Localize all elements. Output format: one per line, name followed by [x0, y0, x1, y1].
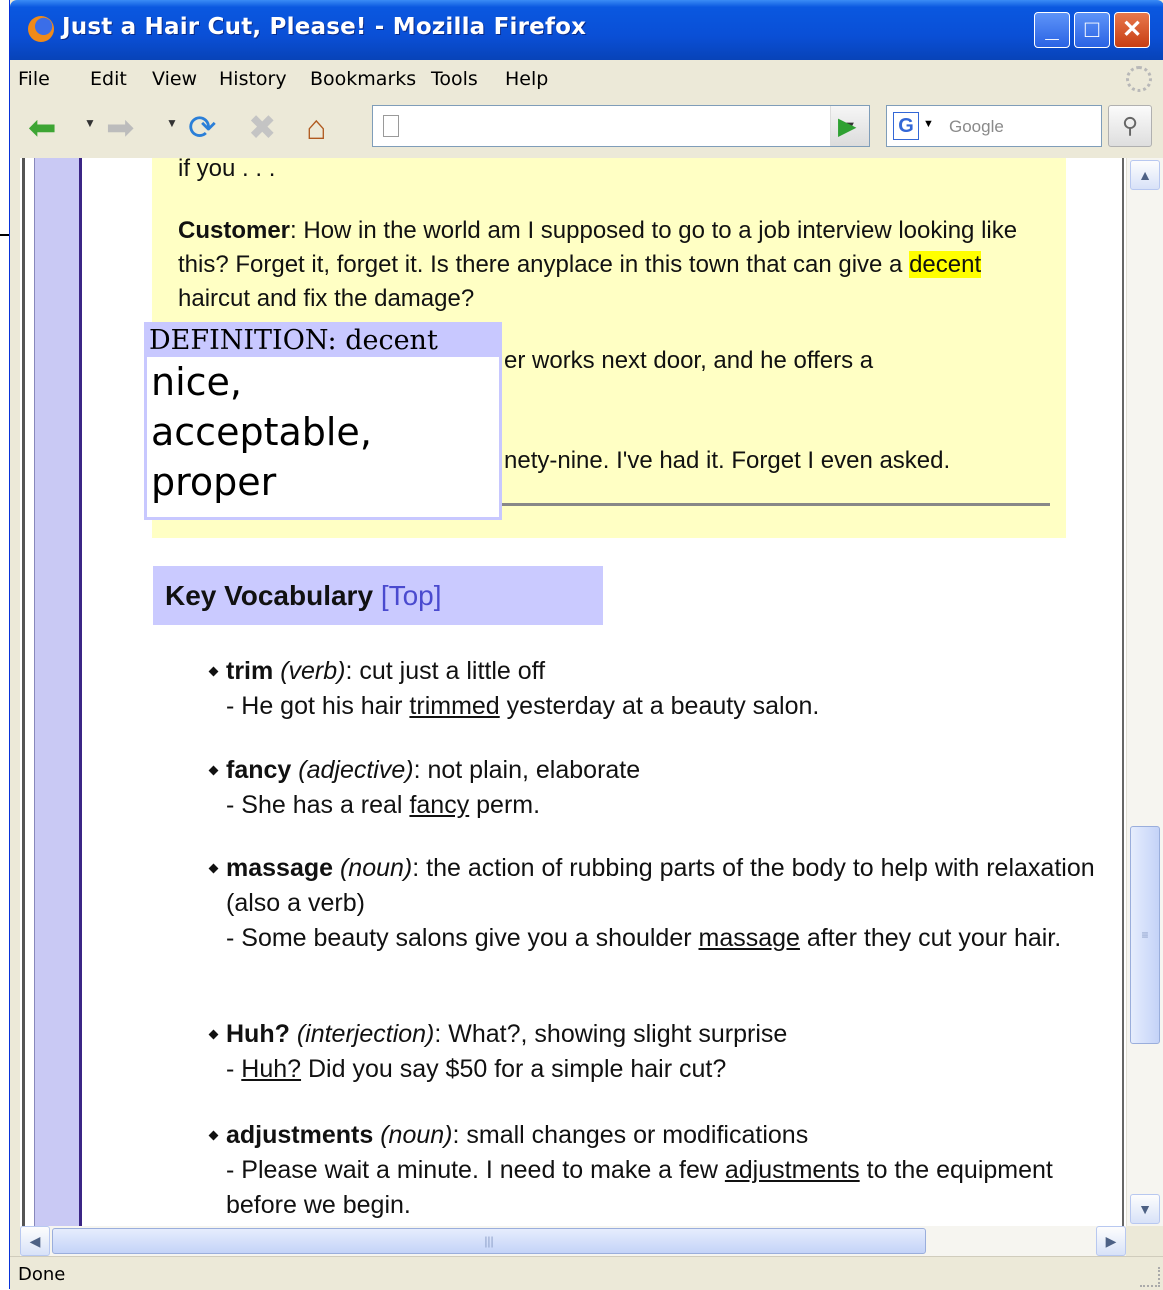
back-dropdown-icon[interactable]: ▼ — [84, 116, 96, 130]
home-icon[interactable]: ⌂ — [306, 108, 327, 148]
status-bar: Done — [10, 1256, 1163, 1290]
vertical-scroll-thumb[interactable]: ≡ — [1130, 826, 1160, 1044]
menu-history[interactable]: History — [219, 68, 287, 90]
throbber-icon — [1126, 66, 1152, 92]
customer-paragraph: Customer: How in the world am I supposed… — [178, 217, 1018, 312]
window-title: Just a Hair Cut, Please! - Mozilla Firef… — [62, 14, 587, 40]
search-icon[interactable]: ⚲ — [1108, 105, 1152, 147]
dialog-partial-line: er works next door, and he offers a — [504, 347, 874, 374]
left-border — [22, 158, 25, 1226]
section-header: Key Vocabulary [Top] — [153, 566, 603, 625]
speaker-label: Customer — [178, 217, 291, 244]
resize-grip-icon[interactable] — [1140, 1267, 1160, 1287]
vertical-scrollbar[interactable]: ▲ ≡ ▼ — [1126, 158, 1163, 1226]
menu-bookmarks[interactable]: Bookmarks — [310, 68, 416, 90]
menu-file[interactable]: File — [18, 68, 50, 90]
scroll-right-icon[interactable]: ▶ — [1096, 1226, 1126, 1256]
menu-help[interactable]: Help — [505, 68, 548, 90]
menu-tools[interactable]: Tools — [431, 68, 478, 90]
title-bar[interactable]: Just a Hair Cut, Please! - Mozilla Firef… — [10, 0, 1163, 60]
stop-icon[interactable]: ✖ — [248, 108, 277, 148]
highlighted-word[interactable]: decent — [909, 251, 982, 278]
firefox-icon — [28, 16, 54, 42]
popup-header: DEFINITION: decent — [147, 325, 499, 357]
top-link[interactable]: [Top] — [381, 580, 442, 611]
scroll-left-icon[interactable]: ◀ — [20, 1226, 50, 1256]
dialog-line: if you . . . — [178, 158, 276, 182]
scroll-up-icon[interactable]: ▲ — [1130, 160, 1160, 190]
firefox-window: Just a Hair Cut, Please! - Mozilla Firef… — [9, 0, 1163, 1290]
section-title: Key Vocabulary — [165, 580, 374, 611]
left-rail — [34, 158, 82, 1226]
page-content: if you . . . Customer: How in the world … — [20, 158, 1126, 1226]
close-button[interactable]: ✕ — [1114, 12, 1150, 48]
list-item: fancy (adjective): not plain, elaborate … — [208, 753, 1106, 823]
maximize-button[interactable]: □ — [1074, 12, 1110, 48]
reload-icon[interactable]: ⟳ — [188, 108, 217, 148]
menu-edit[interactable]: Edit — [90, 68, 127, 90]
search-bar[interactable]: G ▼ Google — [886, 105, 1102, 147]
list-item: trim (verb): cut just a little off - He … — [208, 654, 1106, 724]
horizontal-scrollbar[interactable]: ◀ ||| ▶ — [20, 1226, 1126, 1256]
forward-icon[interactable]: ➡ — [106, 108, 135, 148]
popup-body: nice, acceptable, proper — [151, 360, 372, 504]
back-icon[interactable]: ⬅ — [28, 108, 57, 148]
right-border — [1122, 158, 1124, 1226]
minimize-button[interactable]: _ — [1034, 12, 1070, 48]
dialog-partial-line: nety-nine. I've had it. Forget I even as… — [504, 447, 951, 474]
go-icon[interactable]: ▶ — [838, 112, 856, 141]
list-item: massage (noun): the action of rubbing pa… — [208, 851, 1106, 956]
list-item: adjustments (noun): small changes or mod… — [208, 1118, 1106, 1223]
forward-dropdown-icon[interactable]: ▼ — [166, 116, 178, 130]
horizontal-scroll-thumb[interactable]: ||| — [52, 1228, 926, 1254]
search-input[interactable]: Google — [949, 117, 1004, 137]
divider — [480, 503, 1050, 506]
status-text: Done — [18, 1264, 66, 1285]
url-bar[interactable]: ▼ — [372, 105, 870, 147]
scroll-corner — [1126, 1226, 1162, 1256]
menu-view[interactable]: View — [152, 68, 197, 90]
page-icon — [383, 115, 399, 137]
engine-dropdown-icon[interactable]: ▼ — [923, 118, 934, 130]
google-engine-icon[interactable]: G — [893, 112, 919, 140]
list-item: Huh? (interjection): What?, showing slig… — [208, 1017, 1106, 1087]
definition-popup: DEFINITION: decent nice, acceptable, pro… — [144, 322, 502, 520]
menu-bar: File Edit View History Bookmarks Tools H… — [10, 60, 1163, 101]
scroll-down-icon[interactable]: ▼ — [1130, 1194, 1160, 1224]
